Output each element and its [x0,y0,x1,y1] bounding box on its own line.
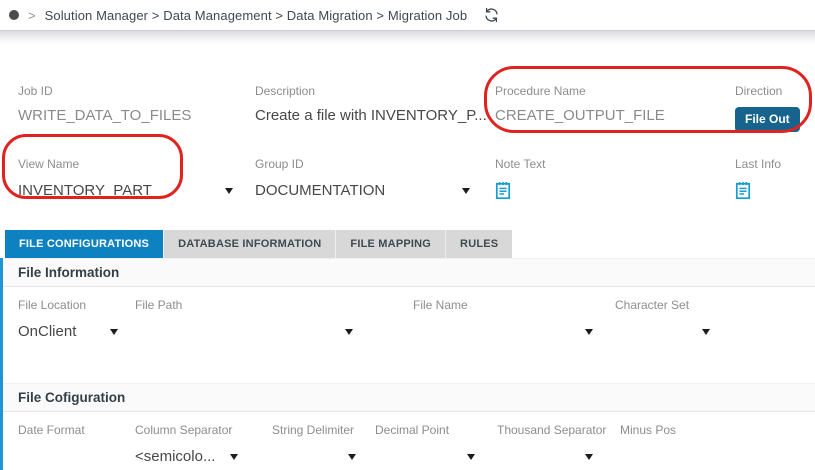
field-description: Description Create a file with INVENTORY… [255,84,495,132]
tab-file-configurations[interactable]: FILE CONFIGURATIONS [5,230,163,258]
header-row-2: View Name INVENTORY_PART Group ID DOCUME… [18,157,815,205]
chevron-down-icon[interactable] [702,329,710,335]
field-minus-pos: Minus Pos [620,423,676,470]
tab-rules[interactable]: RULES [445,230,512,258]
date-format-label: Date Format [18,423,135,437]
description-label: Description [255,84,495,98]
field-procedure-name: Procedure Name CREATE_OUTPUT_FILE [495,84,735,132]
chevron-down-icon[interactable] [345,329,353,335]
field-direction: Direction File Out [735,84,815,132]
field-note-text: Note Text [495,157,735,205]
view-name-combobox[interactable]: INVENTORY_PART [18,180,233,201]
procedure-name-label: Procedure Name [495,84,735,98]
last-info-notepad-icon[interactable] [735,181,751,200]
file-path-combobox[interactable] [135,321,353,342]
file-location-combobox[interactable]: OnClient [18,321,118,342]
view-name-label: View Name [18,157,255,171]
string-delimiter-combobox[interactable] [272,446,356,467]
field-column-separator: Column Separator <semicolo... [135,423,272,470]
tab-database-information[interactable]: DATABASE INFORMATION [163,230,335,258]
direction-badge[interactable]: File Out [735,107,800,132]
field-thousand-separator: Thousand Separator [497,423,620,470]
column-separator-value[interactable]: <semicolo... [135,448,215,465]
description-value[interactable]: Create a file with INVENTORY_P... [255,107,495,124]
field-character-set: Character Set [615,298,775,383]
file-location-label: File Location [18,298,135,312]
chevron-down-icon[interactable] [467,454,475,460]
refresh-icon[interactable] [483,7,500,23]
procedure-name-value[interactable]: CREATE_OUTPUT_FILE [495,107,735,124]
field-date-format: Date Format [18,423,135,470]
thousand-separator-label: Thousand Separator [497,423,620,437]
character-set-combobox[interactable] [615,321,710,342]
decimal-point-label: Decimal Point [375,423,497,437]
chevron-down-icon[interactable] [348,454,356,460]
field-file-path: File Path [135,298,413,383]
file-cofiguration-fields: Date Format Column Separator <semicolo..… [3,412,815,470]
field-last-info: Last Info [735,157,815,205]
chevron-down-icon[interactable] [585,329,593,335]
tab-bar: FILE CONFIGURATIONS DATABASE INFORMATION… [5,230,815,258]
breadcrumb-shadow-divider [0,30,815,44]
job-id-label: Job ID [18,84,255,98]
last-info-label: Last Info [735,157,815,171]
job-id-value[interactable]: WRITE_DATA_TO_FILES [18,107,255,124]
view-name-value[interactable]: INVENTORY_PART [18,182,152,199]
group-id-value[interactable]: DOCUMENTATION [255,182,385,199]
decimal-point-combobox[interactable] [375,446,475,467]
file-name-label: File Name [413,298,615,312]
field-string-delimiter: String Delimiter [272,423,375,470]
file-configurations-panel: File Information File Location OnClient … [0,258,815,470]
chevron-down-icon[interactable] [230,454,238,460]
field-file-name: File Name [413,298,615,383]
chevron-down-icon[interactable] [110,329,118,335]
minus-pos-label: Minus Pos [620,423,676,437]
field-job-id: Job ID WRITE_DATA_TO_FILES [18,84,255,132]
breadcrumb: > Solution Manager > Data Management > D… [0,0,815,30]
migration-job-page: > Solution Manager > Data Management > D… [0,0,815,470]
field-group-id: Group ID DOCUMENTATION [255,157,495,205]
file-cofiguration-section-title: File Cofiguration [3,383,815,412]
column-separator-label: Column Separator [135,423,272,437]
file-information-section-title: File Information [3,258,815,287]
tab-file-mapping[interactable]: FILE MAPPING [335,230,445,258]
file-name-combobox[interactable] [413,321,593,342]
breadcrumb-path[interactable]: Solution Manager > Data Management > Dat… [45,8,468,23]
group-id-label: Group ID [255,157,495,171]
note-text-notepad-icon[interactable] [495,181,511,200]
direction-label: Direction [735,84,815,98]
file-path-label: File Path [135,298,413,312]
job-header-form: Job ID WRITE_DATA_TO_FILES Description C… [0,44,815,205]
home-dot-icon[interactable] [9,10,19,20]
field-decimal-point: Decimal Point [375,423,497,470]
file-information-fields: File Location OnClient File Path File Na… [3,287,815,383]
breadcrumb-separator: > [28,8,36,23]
chevron-down-icon[interactable] [462,188,470,194]
field-view-name: View Name INVENTORY_PART [18,157,255,205]
character-set-label: Character Set [615,298,775,312]
column-separator-combobox[interactable]: <semicolo... [135,446,238,467]
field-file-location: File Location OnClient [18,298,135,383]
file-location-value[interactable]: OnClient [18,323,76,340]
note-text-label: Note Text [495,157,735,171]
string-delimiter-label: String Delimiter [272,423,375,437]
chevron-down-icon[interactable] [225,188,233,194]
chevron-down-icon[interactable] [585,454,593,460]
group-id-combobox[interactable]: DOCUMENTATION [255,180,470,201]
header-row-1: Job ID WRITE_DATA_TO_FILES Description C… [18,84,815,132]
thousand-separator-combobox[interactable] [497,446,593,467]
